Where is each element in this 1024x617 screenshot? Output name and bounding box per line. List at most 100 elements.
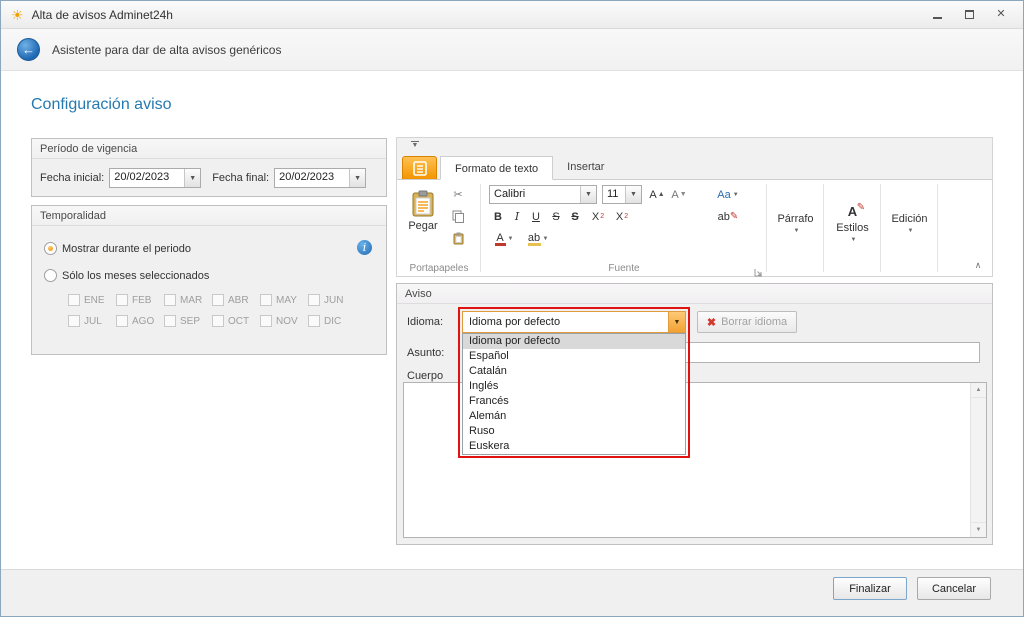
groupbox-aviso-caption: Aviso — [397, 284, 992, 304]
dropdown-item[interactable]: Ruso — [463, 424, 685, 439]
double-strikethrough-button[interactable]: S — [566, 208, 584, 225]
change-case-button[interactable]: Aa▼ — [713, 186, 743, 203]
finalizar-button[interactable]: Finalizar — [833, 577, 907, 600]
paragraph-button[interactable]: Párrafo ▼ — [771, 188, 820, 258]
maximize-button[interactable] — [961, 8, 977, 22]
idioma-dropdown-button[interactable]: ▼ — [668, 312, 685, 332]
underline-label: U — [532, 211, 540, 223]
paste-special-button[interactable] — [449, 230, 467, 247]
chevron-down-icon: ▼ — [630, 191, 637, 198]
superscript-button[interactable]: X2 — [587, 208, 609, 225]
dialog-launcher-button[interactable] — [754, 264, 763, 273]
idioma-combo[interactable]: Idioma por defecto ▼ — [462, 311, 686, 333]
shrink-font-button[interactable]: A▼ — [670, 186, 688, 203]
dropdown-item[interactable]: Euskera — [463, 439, 685, 454]
fecha-inicial-combo[interactable]: 20/02/2023 ▼ — [109, 168, 201, 188]
pen-icon: ✎ — [857, 202, 865, 213]
font-name-combo[interactable]: Calibri ▼ — [489, 185, 597, 204]
month-checkbox-nov[interactable] — [260, 315, 272, 327]
ribbon-group-estilos: A✎ Estilos ▼ — [824, 180, 881, 276]
font-size-dropdown-button[interactable]: ▼ — [625, 186, 641, 203]
group-caption-fuente: Fuente — [481, 263, 767, 274]
tab-insertar[interactable]: Insertar — [553, 155, 618, 179]
ribbon-tabs: Formato de texto Insertar — [397, 155, 992, 179]
copy-button[interactable] — [449, 208, 467, 225]
fecha-final-value: 20/02/2023 — [275, 169, 349, 187]
grow-font-button[interactable]: A▲ — [648, 186, 666, 203]
close-button[interactable]: ✕ — [993, 8, 1009, 22]
info-icon[interactable]: i — [357, 240, 372, 255]
dropdown-item[interactable]: Inglés — [463, 379, 685, 394]
month-checkbox-ene[interactable] — [68, 294, 80, 306]
strikethrough-button[interactable]: S — [547, 208, 565, 225]
collapse-ribbon-button[interactable]: ∧ — [970, 258, 986, 272]
minimize-button[interactable] — [929, 8, 945, 22]
back-arrow-icon: ← — [22, 42, 35, 57]
font-name-dropdown-button[interactable]: ▼ — [580, 186, 596, 203]
change-case-label: Aa — [717, 189, 730, 201]
dropdown-item[interactable]: Francés — [463, 394, 685, 409]
chevron-down-icon: ▼ — [851, 237, 857, 243]
subscript-button[interactable]: X2 — [611, 208, 633, 225]
bold-button[interactable]: B — [489, 208, 507, 225]
font-size-combo[interactable]: 11 ▼ — [602, 185, 642, 204]
month-checkbox-sep[interactable] — [164, 315, 176, 327]
back-button[interactable]: ← — [17, 38, 40, 61]
ribbon-group-edicion: Edición ▼ — [881, 180, 938, 276]
month-label: NOV — [276, 316, 298, 327]
font-name-value: Calibri — [490, 186, 580, 203]
paste-button[interactable]: Pegar — [402, 185, 444, 253]
clipboard-icon — [453, 232, 464, 245]
month-label: SEP — [180, 316, 200, 327]
paste-button-label: Pegar — [408, 220, 437, 232]
month-checkbox-jul[interactable] — [68, 315, 80, 327]
underline-button[interactable]: U — [527, 208, 545, 225]
month-checkbox-oct[interactable] — [212, 315, 224, 327]
chevron-down-icon: ▼ — [189, 175, 196, 182]
month-label: FEB — [132, 295, 151, 306]
month-checkbox-abr[interactable] — [212, 294, 224, 306]
highlight-color-button[interactable]: ab▼ — [523, 230, 553, 247]
dropdown-item[interactable]: Español — [463, 349, 685, 364]
italic-label: I — [515, 210, 519, 223]
ribbon-body: Pegar ✂ — [397, 179, 992, 276]
vertical-scrollbar[interactable]: ▲ ▼ — [970, 383, 986, 537]
italic-button[interactable]: I — [508, 208, 526, 225]
copy-icon — [452, 210, 464, 223]
quick-access-dropdown-button[interactable]: ▼ — [409, 141, 421, 148]
dropdown-item[interactable]: Catalán — [463, 364, 685, 379]
cancelar-button[interactable]: Cancelar — [917, 577, 991, 600]
month-checkbox-feb[interactable] — [116, 294, 128, 306]
window-titlebar: ☀ Alta de avisos Adminet24h ✕ — [1, 1, 1023, 29]
dropdown-item[interactable]: Idioma por defecto — [463, 334, 685, 349]
month-checkbox-mar[interactable] — [164, 294, 176, 306]
font-color-button[interactable]: A▼ — [491, 230, 517, 247]
cut-button[interactable]: ✂ — [449, 186, 467, 203]
scroll-down-button[interactable]: ▼ — [971, 522, 986, 537]
window-title: Alta de avisos Adminet24h — [32, 8, 173, 22]
font-size-value: 11 — [603, 186, 625, 203]
font-color-swatch — [495, 243, 506, 246]
month-checkbox-jun[interactable] — [308, 294, 320, 306]
fecha-final-dropdown-button[interactable]: ▼ — [349, 169, 365, 187]
dropdown-item[interactable]: Alemán — [463, 409, 685, 424]
fecha-final-combo[interactable]: 20/02/2023 ▼ — [274, 168, 366, 188]
scroll-up-button[interactable]: ▲ — [971, 383, 986, 398]
month-checkbox-may[interactable] — [260, 294, 272, 306]
fecha-inicial-dropdown-button[interactable]: ▼ — [184, 169, 200, 187]
clipboard-list-icon — [413, 161, 427, 176]
styles-button[interactable]: A✎ Estilos ▼ — [828, 188, 877, 258]
maximize-icon — [965, 10, 974, 19]
app-icon: ☀ — [11, 8, 24, 22]
quick-access-toolbar: ▼ — [397, 138, 992, 155]
radio-mostrar-periodo[interactable] — [44, 242, 57, 255]
editing-button[interactable]: Edición ▼ — [885, 188, 934, 258]
application-tab[interactable] — [402, 156, 437, 179]
radio-meses-seleccionados[interactable] — [44, 269, 57, 282]
tab-formato-de-texto[interactable]: Formato de texto — [440, 156, 553, 180]
month-checkbox-dic[interactable] — [308, 315, 320, 327]
text-effects-button[interactable]: ab✎ — [713, 208, 743, 225]
month-checkbox-ago[interactable] — [116, 315, 128, 327]
borrar-idioma-button[interactable]: ✖ Borrar idioma — [697, 311, 797, 333]
styles-icon: A✎ — [848, 204, 857, 219]
